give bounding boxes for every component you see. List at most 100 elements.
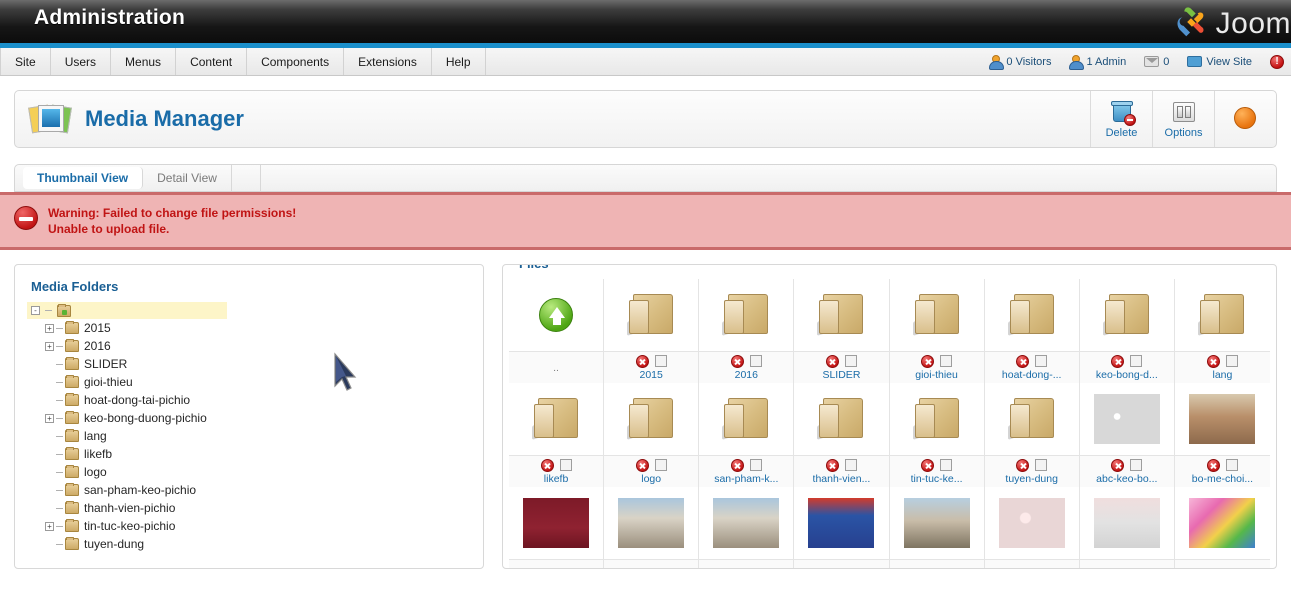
- tree-item[interactable]: hoat-dong-tai-pichio: [27, 391, 471, 409]
- file-tile-image[interactable]: [889, 487, 985, 568]
- select-item-checkbox[interactable]: [1225, 459, 1238, 471]
- logout-status[interactable]: [1263, 54, 1291, 69]
- delete-item-icon[interactable]: [730, 458, 744, 472]
- tree-item[interactable]: +2015: [27, 319, 471, 337]
- select-item-checkbox[interactable]: [559, 459, 572, 471]
- file-tile-folder[interactable]: gioi-thieu: [889, 279, 985, 383]
- menu-item-help[interactable]: Help: [432, 48, 486, 75]
- tree-item[interactable]: tuyen-dung: [27, 535, 471, 553]
- file-tile-folder[interactable]: thanh-vien...: [794, 383, 890, 487]
- tree-connector: [56, 399, 63, 401]
- tree-item[interactable]: san-pham-keo-pichio: [27, 481, 471, 499]
- file-tile-folder[interactable]: tuyen-dung: [984, 383, 1080, 487]
- tree-item[interactable]: lang: [27, 427, 471, 445]
- select-item-checkbox[interactable]: [844, 355, 857, 367]
- delete-item-icon[interactable]: [730, 354, 744, 368]
- delete-item-icon[interactable]: [825, 458, 839, 472]
- menu-item-content[interactable]: Content: [176, 48, 248, 75]
- file-tile-image[interactable]: [794, 487, 890, 568]
- tree-item[interactable]: +2016: [27, 337, 471, 355]
- tree-expander[interactable]: +: [45, 341, 54, 351]
- file-tile-folder[interactable]: 2016: [699, 279, 795, 383]
- delete-item-icon[interactable]: [1111, 458, 1125, 472]
- select-item-checkbox[interactable]: [844, 459, 857, 471]
- delete-item-icon[interactable]: [540, 458, 554, 472]
- menu-item-components[interactable]: Components: [247, 48, 345, 75]
- file-tile-folder[interactable]: logo: [604, 383, 700, 487]
- select-item-checkbox[interactable]: [1035, 355, 1048, 367]
- tree-item[interactable]: + keo-bong-duong-pichio: [27, 409, 471, 427]
- tree-item[interactable]: logo: [27, 463, 471, 481]
- image-thumbnail: [1189, 394, 1256, 444]
- tree-item[interactable]: likefb: [27, 445, 471, 463]
- menu-item-site[interactable]: Site: [0, 48, 51, 75]
- delete-item-icon[interactable]: [1111, 354, 1125, 368]
- tab-detail-view[interactable]: Detail View: [143, 165, 232, 191]
- delete-item-icon[interactable]: [1016, 354, 1030, 368]
- view-site-link[interactable]: View Site: [1180, 56, 1259, 68]
- messages-status[interactable]: 0: [1137, 56, 1176, 68]
- tile-label: likefb: [543, 473, 569, 485]
- select-item-checkbox[interactable]: [940, 355, 953, 367]
- file-tile-image[interactable]: [1174, 487, 1270, 568]
- options-button[interactable]: Options: [1152, 91, 1214, 147]
- warning-text-block: Warning: Failed to change file permissio…: [48, 205, 296, 237]
- file-tile-folder[interactable]: keo-bong-d...: [1079, 279, 1175, 383]
- tree-item[interactable]: SLIDER: [27, 355, 471, 373]
- file-tile-folder[interactable]: likefb: [509, 383, 605, 487]
- select-item-checkbox[interactable]: [1035, 459, 1048, 471]
- file-tile-folder[interactable]: SLIDER: [794, 279, 890, 383]
- file-tile-folder[interactable]: tin-tuc-ke...: [889, 383, 985, 487]
- menu-item-menus[interactable]: Menus: [111, 48, 177, 75]
- file-tile-folder[interactable]: san-pham-k...: [699, 383, 795, 487]
- file-tile-folder[interactable]: hoat-dong-...: [984, 279, 1080, 383]
- file-tile-image[interactable]: bo-me-choi...: [1174, 383, 1270, 487]
- delete-item-icon[interactable]: [921, 458, 935, 472]
- up-one-level-icon[interactable]: [539, 298, 574, 332]
- tree-connector: [56, 345, 63, 347]
- file-tile-image[interactable]: abc-keo-bo...: [1079, 383, 1175, 487]
- select-item-checkbox[interactable]: [1225, 355, 1238, 367]
- tree-root-item[interactable]: -: [27, 302, 227, 319]
- select-item-checkbox[interactable]: [749, 459, 762, 471]
- admin-status[interactable]: 1 Admin: [1062, 55, 1133, 70]
- delete-button[interactable]: Delete: [1090, 91, 1152, 147]
- view-site-icon: [1187, 56, 1203, 67]
- delete-item-icon[interactable]: [635, 458, 649, 472]
- delete-item-icon[interactable]: [1016, 458, 1030, 472]
- delete-item-icon[interactable]: [635, 354, 649, 368]
- select-item-checkbox[interactable]: [940, 459, 953, 471]
- tree-item[interactable]: + tin-tuc-keo-pichio: [27, 517, 471, 535]
- tree-expander[interactable]: +: [45, 413, 54, 423]
- select-item-checkbox[interactable]: [1130, 355, 1143, 367]
- tree-expander[interactable]: +: [45, 521, 54, 531]
- menu-item-users[interactable]: Users: [51, 48, 112, 75]
- file-tile-image[interactable]: [509, 487, 605, 568]
- delete-item-icon[interactable]: [1206, 354, 1220, 368]
- select-item-checkbox[interactable]: [654, 355, 667, 367]
- help-button-partial[interactable]: [1214, 91, 1276, 147]
- file-tile-image[interactable]: [699, 487, 795, 568]
- visitors-status[interactable]: 0 Visitors: [982, 55, 1058, 70]
- tree-item[interactable]: gioi-thieu: [27, 373, 471, 391]
- file-tile-up[interactable]: ..: [509, 279, 605, 383]
- tile-label: logo: [641, 473, 662, 485]
- delete-item-icon[interactable]: [1206, 458, 1220, 472]
- select-item-checkbox[interactable]: [749, 355, 762, 367]
- select-item-checkbox[interactable]: [654, 459, 667, 471]
- delete-item-icon[interactable]: [921, 354, 935, 368]
- file-tile-image[interactable]: [984, 487, 1080, 568]
- menu-item-extensions[interactable]: Extensions: [344, 48, 432, 75]
- file-tile-folder[interactable]: lang: [1174, 279, 1270, 383]
- tree-expander-root[interactable]: -: [31, 306, 40, 315]
- options-button-label: Options: [1164, 127, 1203, 139]
- file-tile-folder[interactable]: 2015: [604, 279, 700, 383]
- tree-expander[interactable]: +: [45, 323, 54, 333]
- tab-thumbnail-view[interactable]: Thumbnail View: [23, 167, 144, 189]
- file-tile-image[interactable]: [1079, 487, 1175, 568]
- file-tile-image[interactable]: [604, 487, 700, 568]
- delete-item-icon[interactable]: [825, 354, 839, 368]
- tile-thumbnail: [1080, 383, 1174, 455]
- select-item-checkbox[interactable]: [1130, 459, 1143, 471]
- tree-item[interactable]: thanh-vien-pichio: [27, 499, 471, 517]
